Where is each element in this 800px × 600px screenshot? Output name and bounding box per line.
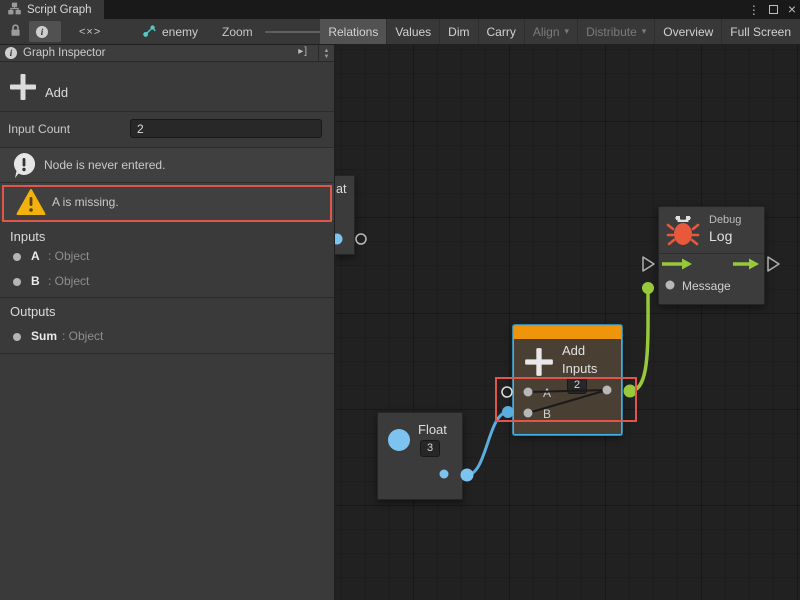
node-title-fragment: at [336, 182, 346, 196]
input-port-row-b: B : Object [0, 274, 334, 290]
values-button[interactable]: Values [386, 19, 439, 44]
node-divider [659, 253, 764, 254]
chevron-down-icon: ▾ [642, 26, 647, 37]
node-subtitle: Debug [709, 214, 741, 226]
node-debug-log[interactable]: Debug Log Message [658, 206, 765, 305]
node-add-inputs-selected[interactable]: Add Inputs2 A B [513, 325, 622, 435]
speech-bubble-icon [11, 152, 37, 183]
inspector-title: Graph Inspector [23, 47, 105, 59]
float-value-badge[interactable]: 3 [420, 440, 440, 457]
graph-inspector-panel: i Graph Inspector ▸] ▲▼ Add Input Count … [0, 45, 335, 600]
align-label: Align [533, 25, 560, 39]
dim-button[interactable]: Dim [439, 19, 477, 44]
fullscreen-button[interactable]: Full Screen [721, 19, 799, 44]
chevron-down-icon: ▾ [565, 26, 570, 37]
value-wire-sum-to-message[interactable] [630, 288, 648, 391]
node-title-line2: Inputs [562, 361, 597, 376]
graph-toolbar: i <×> enemy Zoom 1x Relations Values Dim… [0, 19, 800, 45]
port-sum-connected[interactable] [624, 385, 637, 398]
node-float-literal[interactable]: Float 3 [377, 412, 463, 500]
align-dropdown[interactable]: Align ▾ [524, 19, 577, 44]
script-graph-icon [8, 2, 21, 18]
carry-button[interactable]: Carry [478, 19, 524, 44]
output-port-row-sum: Sum : Object [0, 329, 334, 345]
port-dot-icon [13, 333, 21, 341]
port-circle-empty-a[interactable] [502, 387, 512, 397]
zoom-label: Zoom [222, 25, 253, 39]
warning-message-row: A is missing. [0, 183, 334, 222]
plus-icon [8, 72, 38, 105]
inspector-header: i Graph Inspector ▸] ▲▼ [0, 45, 334, 62]
info-icon: i [36, 26, 48, 38]
port-type: : Object [48, 249, 89, 263]
port-label-a[interactable]: A [543, 386, 551, 400]
port-type: : Object [62, 329, 103, 343]
flow-port-in-triangle[interactable] [643, 257, 654, 271]
bug-icon [666, 213, 700, 252]
float-type-icon [388, 429, 410, 451]
tab-label: Script Graph [27, 4, 92, 16]
lock-button[interactable] [2, 21, 29, 42]
graph-canvas[interactable]: at Float 3 Add Inputs2 A B [335, 45, 800, 600]
plus-icon [523, 346, 555, 381]
scrub-down-icon: ▼ [324, 54, 330, 60]
section-divider [0, 353, 334, 354]
input-port-row-a: A : Object [0, 249, 334, 265]
port-dot-icon [13, 278, 21, 286]
inspector-toggle-button[interactable]: i [29, 21, 61, 42]
dock-panel-icon[interactable]: ▸] [298, 46, 308, 57]
window-titlebar: Script Graph ⋮ × [0, 0, 800, 19]
window-menu-icon[interactable]: ⋮ [748, 3, 759, 17]
info-message-row: Node is never entered. [0, 148, 334, 183]
info-icon: i [5, 47, 17, 59]
graph-name-label: enemy [162, 25, 198, 39]
distribute-dropdown[interactable]: Distribute ▾ [577, 19, 654, 44]
node-title-line1: Add [562, 343, 621, 358]
inputs-heading: Inputs [10, 229, 45, 244]
port-name: A [31, 249, 40, 263]
outputs-heading: Outputs [10, 304, 56, 319]
port-name: B [31, 274, 40, 288]
panel-scrubber[interactable]: ▲▼ [318, 45, 334, 62]
node-title: Log [709, 228, 741, 244]
tab-script-graph[interactable]: Script Graph [0, 0, 104, 19]
distribute-label: Distribute [586, 25, 637, 39]
selected-node-title: Add [45, 85, 68, 100]
input-count-label: Input Count [8, 122, 70, 136]
overview-button[interactable]: Overview [654, 19, 721, 44]
input-count-row: Input Count [0, 112, 334, 148]
wires-overlay [335, 45, 800, 600]
port-name: Sum [31, 329, 57, 343]
relations-button[interactable]: Relations [320, 19, 386, 44]
port-circle-empty[interactable] [356, 234, 366, 244]
port-label-b[interactable]: B [543, 407, 551, 421]
warning-message-text: A is missing. [52, 195, 119, 209]
maximize-icon[interactable] [769, 5, 778, 14]
value-wire-float-to-b[interactable] [467, 412, 508, 475]
graph-asset-icon [143, 24, 157, 40]
close-icon[interactable]: × [788, 5, 796, 14]
port-dot-icon [13, 253, 21, 261]
node-header-accent [514, 326, 621, 339]
warning-triangle-icon [16, 188, 46, 220]
port-type: : Object [48, 274, 89, 288]
view-code-button[interactable]: <×> [79, 26, 101, 38]
input-count-field[interactable] [130, 119, 322, 138]
lock-icon [9, 23, 22, 40]
port-label-message[interactable]: Message [682, 279, 731, 293]
info-message-text: Node is never entered. [44, 158, 165, 172]
selected-node-summary: Add [0, 62, 334, 112]
section-divider [0, 297, 334, 298]
wire-end-dot[interactable] [642, 282, 654, 294]
graph-breadcrumb-enemy[interactable]: enemy [130, 19, 210, 44]
node-partial-hidden[interactable]: at [335, 175, 355, 255]
node-title: Float [418, 422, 447, 437]
flow-port-out-triangle[interactable] [768, 257, 779, 271]
input-count-badge[interactable]: 2 [567, 377, 587, 394]
